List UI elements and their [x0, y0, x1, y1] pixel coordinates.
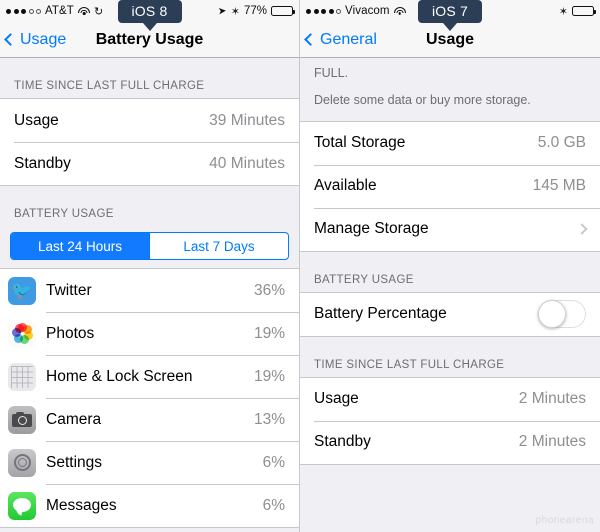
- table-row[interactable]: Usage 39 Minutes: [0, 99, 299, 142]
- watermark: phonearena: [535, 515, 594, 526]
- app-battery-percent: 13%: [253, 410, 285, 428]
- row-value: 2 Minutes: [518, 390, 586, 408]
- badge-pointer-left: [142, 23, 157, 31]
- app-battery-percent: 19%: [253, 324, 285, 342]
- row-value: 39 Minutes: [209, 111, 285, 129]
- sync-icon: ↻: [93, 5, 104, 18]
- table-row[interactable]: Messages 6%: [0, 484, 299, 527]
- row-label: Battery Percentage: [314, 305, 447, 323]
- wifi-icon: [77, 6, 90, 16]
- storage-footer-line-2: Delete some data or buy more storage.: [314, 93, 531, 108]
- toggle-knob: [538, 300, 566, 329]
- app-battery-percent: 36%: [253, 281, 285, 299]
- row-label: Usage: [314, 390, 359, 408]
- segment-last-7-days[interactable]: Last 7 Days: [149, 233, 288, 259]
- signal-strength-dots-left: [6, 8, 41, 14]
- table-row[interactable]: 🐦 Twitter 36%: [0, 269, 299, 312]
- time-since-charge-group-left: Usage 39 Minutes Standby 40 Minutes: [0, 98, 299, 186]
- chevron-left-icon: [4, 33, 17, 46]
- ios7-badge-label: iOS 7: [417, 0, 483, 23]
- table-row[interactable]: Available 145 MB: [300, 164, 600, 208]
- app-name: Photos: [46, 324, 95, 342]
- bluetooth-icon: ✶: [558, 5, 568, 18]
- home-lock-screen-icon: [8, 362, 36, 391]
- battery-percentage-row[interactable]: Battery Percentage: [300, 292, 600, 336]
- row-value: 2 Minutes: [518, 433, 586, 451]
- app-name: Settings: [46, 453, 103, 471]
- camera-icon: [8, 405, 36, 434]
- row-label: Standby: [14, 154, 71, 172]
- app-name: Twitter: [46, 281, 92, 299]
- row-label: Total Storage: [314, 134, 406, 152]
- row-value: 5.0 GB: [537, 134, 586, 152]
- back-button-label-left: Usage: [20, 30, 67, 48]
- battery-percent-left: 77%: [243, 5, 267, 17]
- photos-icon: [8, 319, 36, 348]
- app-battery-percent: 6%: [262, 496, 285, 514]
- time-since-charge-group-right: Usage 2 Minutes Standby 2 Minutes: [300, 376, 600, 465]
- wifi-icon: [393, 6, 406, 16]
- back-button-general[interactable]: General: [300, 31, 377, 49]
- row-value: 40 Minutes: [209, 154, 285, 172]
- ios8-badge-label: iOS 8: [117, 0, 182, 23]
- row-value: 145 MB: [532, 177, 586, 195]
- storage-footer-line-1: FULL.: [314, 66, 349, 80]
- row-label: Usage: [14, 111, 59, 129]
- table-row[interactable]: Standby 40 Minutes: [0, 142, 299, 185]
- table-row[interactable]: Home & Lock Screen 19%: [0, 355, 299, 398]
- table-row[interactable]: Standby 2 Minutes: [300, 420, 600, 464]
- segment-last-24-hours[interactable]: Last 24 Hours: [11, 233, 149, 259]
- badge-pointer-right: [442, 23, 457, 31]
- chevron-right-icon: [576, 223, 588, 235]
- app-name: Camera: [46, 410, 102, 428]
- app-name: Home & Lock Screen: [46, 367, 193, 385]
- settings-list-left: TIME SINCE LAST FULL CHARGE Usage 39 Min…: [0, 58, 299, 532]
- section-header-time-since-charge-right: TIME SINCE LAST FULL CHARGE: [314, 358, 505, 371]
- section-header-battery-usage-right: BATTERY USAGE: [314, 273, 414, 286]
- location-arrow-icon: ➤: [217, 5, 228, 17]
- app-name: Messages: [46, 496, 117, 514]
- dual-screenshot-comparison: AT&T ↻ ➤ ✶ 77% iOS 8 Usage Battery Usage: [0, 0, 600, 532]
- signal-strength-dots-right: [306, 8, 341, 14]
- carrier-name-right: Vivacom: [345, 5, 390, 17]
- section-header-time-since-charge-left: TIME SINCE LAST FULL CHARGE: [14, 80, 205, 92]
- row-label: Available: [314, 177, 377, 195]
- row-label: Standby: [314, 433, 371, 451]
- ios7-screen: Vivacom ✶ iOS 7 General Usage FULL. Dele…: [300, 0, 600, 532]
- ios8-screen: AT&T ↻ ➤ ✶ 77% iOS 8 Usage Battery Usage: [0, 0, 300, 532]
- battery-usage-app-list: 🐦 Twitter 36% Photos 19% Home & Lock Scr…: [0, 268, 299, 528]
- battery-percentage-group: Battery Percentage: [300, 291, 600, 337]
- ios8-version-badge: iOS 8: [117, 0, 182, 31]
- ios7-version-badge: iOS 7: [417, 0, 483, 31]
- time-range-segmented-control: Last 24 Hours Last 7 Days: [0, 226, 299, 268]
- chevron-left-icon: [304, 33, 317, 46]
- app-battery-percent: 19%: [253, 367, 285, 385]
- messages-icon: [8, 491, 36, 520]
- storage-full-footer: FULL. Delete some data or buy more stora…: [300, 58, 600, 121]
- carrier-name-left: AT&T: [45, 5, 74, 17]
- manage-storage-row[interactable]: Manage Storage: [300, 207, 600, 251]
- storage-group: Total Storage 5.0 GB Available 145 MB Ma…: [300, 120, 600, 252]
- table-row[interactable]: Settings 6%: [0, 441, 299, 484]
- row-label: Manage Storage: [314, 220, 429, 238]
- back-button-label-right: General: [320, 30, 377, 48]
- back-button-usage[interactable]: Usage: [0, 31, 66, 49]
- app-battery-percent: 6%: [262, 453, 285, 471]
- settings-icon: [8, 448, 36, 477]
- table-row[interactable]: Camera 13%: [0, 398, 299, 441]
- page-title-left: Battery Usage: [95, 30, 204, 48]
- table-row[interactable]: Photos 19%: [0, 312, 299, 355]
- battery-icon-right: [572, 6, 596, 16]
- battery-icon-left: [271, 6, 295, 16]
- table-row[interactable]: Total Storage 5.0 GB: [300, 121, 600, 165]
- twitter-icon: 🐦: [8, 276, 36, 305]
- page-title-right: Usage: [425, 30, 475, 48]
- settings-list-right: FULL. Delete some data or buy more stora…: [300, 58, 600, 532]
- table-row[interactable]: Usage 2 Minutes: [300, 377, 600, 421]
- bluetooth-icon: ✶: [230, 5, 240, 18]
- battery-percentage-toggle[interactable]: [538, 300, 586, 329]
- section-header-battery-usage-left: BATTERY USAGE: [14, 208, 114, 220]
